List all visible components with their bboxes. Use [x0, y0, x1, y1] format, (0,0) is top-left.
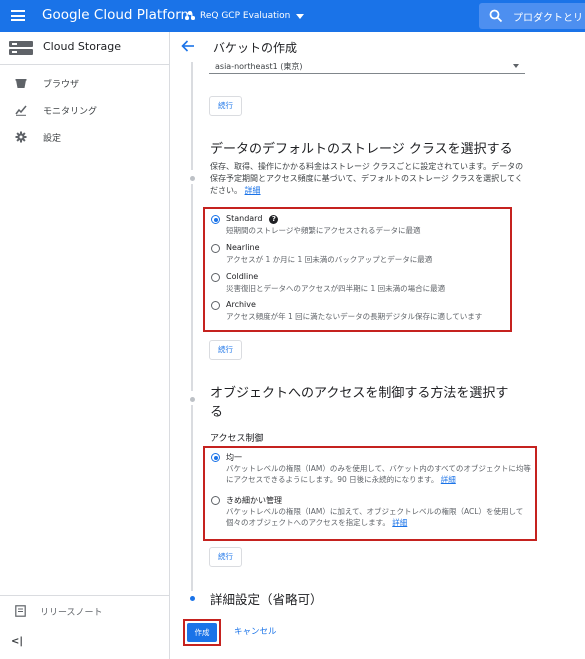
release-notes-link[interactable]: リリースノート [0, 600, 169, 622]
top-bar: Google Cloud Platform ReQ GCP Evaluation… [0, 0, 585, 32]
sidebar-item-browser[interactable]: ブラウザ [0, 72, 169, 96]
advanced-settings-title[interactable]: 詳細設定（省略可） [210, 589, 323, 608]
option-description: 短期間のストレージや頻繁にアクセスされるデータに最適 [226, 226, 421, 235]
details-link[interactable]: 詳細 [441, 475, 456, 484]
option-description: バケットレベルの権限（IAM）のみを使用して、バケット内のすべてのオブジェクトに… [226, 464, 531, 484]
step-connector [191, 184, 193, 391]
release-notes-label: リリースノート [40, 608, 103, 618]
sidebar-header: Cloud Storage [0, 32, 169, 65]
option-label[interactable]: きめ細かい管理 [226, 495, 282, 506]
continue-button[interactable]: 続行 [209, 547, 242, 567]
search-input[interactable]: プロダクトとリ [479, 3, 585, 29]
sidebar: Cloud Storage ブラウザ モニタリング 設定 リリースノート <| [0, 32, 170, 659]
continue-button[interactable]: 続行 [209, 96, 242, 116]
page-header: バケットの作成 [171, 32, 585, 62]
search-placeholder: プロダクトとリ [513, 13, 583, 24]
storage-class-title: データのデフォルトのストレージ クラスを選択する [210, 142, 513, 157]
location-value: asia-northeast1 (東京) [215, 62, 303, 71]
bucket-icon [15, 79, 27, 88]
create-highlight: 作成 [183, 619, 221, 646]
chevron-down-icon [296, 13, 305, 19]
chart-icon [15, 105, 27, 116]
notes-icon [15, 605, 26, 617]
page-title: バケットの作成 [213, 41, 298, 55]
radio-coldline[interactable] [211, 273, 220, 282]
app-title[interactable]: Google Cloud Platform [42, 7, 194, 23]
main-content: バケットの作成 asia-northeast1 (東京) 続行 データのデフォル… [171, 32, 585, 659]
step-indicator [189, 176, 195, 181]
storage-icon [9, 41, 33, 55]
continue-button[interactable]: 続行 [209, 340, 242, 360]
create-button[interactable]: 作成 [187, 623, 217, 642]
access-control-label: アクセス制御 [210, 434, 264, 444]
details-link[interactable]: 詳細 [245, 186, 261, 195]
project-icon [185, 11, 195, 21]
sidebar-item-label: モニタリング [43, 107, 98, 117]
cancel-button[interactable]: キャンセル [234, 625, 277, 637]
details-link[interactable]: 詳細 [392, 518, 407, 527]
help-icon[interactable]: ? [269, 215, 279, 224]
option-description: アクセス頻度が年 1 回に満たないデータの長期デジタル保存に適しています [226, 312, 483, 321]
access-title-line2: る [210, 405, 224, 420]
sidebar-title: Cloud Storage [43, 40, 121, 53]
step-indicator [189, 397, 195, 402]
search-icon [489, 9, 503, 23]
step-indicator-active [189, 596, 195, 601]
option-label[interactable]: Standard? [226, 214, 279, 224]
project-selector[interactable]: ReQ GCP Evaluation [185, 6, 305, 26]
radio-standard[interactable] [211, 215, 220, 224]
back-arrow-icon[interactable] [181, 40, 195, 52]
option-label[interactable]: Nearline [226, 243, 260, 252]
option-label[interactable]: 均一 [226, 452, 242, 463]
project-name: ReQ GCP Evaluation [200, 11, 291, 21]
gear-icon [15, 131, 27, 143]
collapse-sidebar-button[interactable]: <| [11, 636, 23, 647]
sidebar-item-label: ブラウザ [43, 80, 80, 90]
radio-uniform[interactable] [211, 453, 220, 462]
option-description: バケットレベルの権限（IAM）に加えて、オブジェクトレベルの権限（ACL）を使用… [226, 507, 524, 527]
access-title-line1: オブジェクトへのアクセスを制御する方法を選択す [210, 386, 509, 401]
option-label[interactable]: Coldline [226, 272, 258, 281]
option-description: アクセスが 1 か月に 1 回未満のバックアップとデータに最適 [226, 255, 433, 264]
radio-nearline[interactable] [211, 244, 220, 253]
sidebar-item-monitoring[interactable]: モニタリング [0, 99, 169, 123]
menu-icon[interactable] [11, 10, 25, 21]
step-connector [191, 405, 193, 591]
sidebar-item-label: 設定 [43, 134, 62, 144]
sidebar-footer: リリースノート <| [0, 595, 169, 659]
option-description: 災害復旧とデータへのアクセスが四半期に 1 回未満の場合に最適 [226, 284, 446, 293]
storage-class-description: 保存、取得、操作にかかる料金はストレージ クラスごとに設定されています。データの… [210, 162, 524, 195]
radio-archive[interactable] [211, 301, 220, 310]
chevron-down-icon [513, 64, 519, 68]
radio-fine-grained[interactable] [211, 496, 220, 505]
option-label[interactable]: Archive [226, 300, 256, 309]
sidebar-item-settings[interactable]: 設定 [0, 126, 169, 150]
step-connector [191, 62, 193, 170]
